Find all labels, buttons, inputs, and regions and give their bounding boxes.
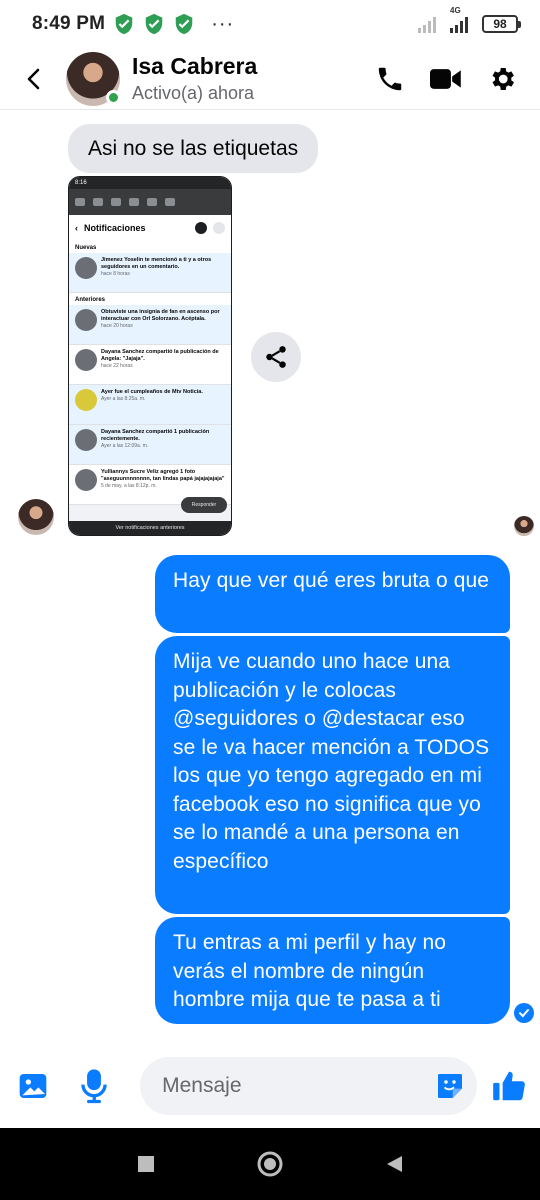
back-button[interactable] xyxy=(4,49,64,109)
shared-screenshot[interactable]: 8:16 ‹ Notificaciones Nuevas Jimenez Yos… xyxy=(68,176,232,536)
sent-check-icon xyxy=(514,1003,534,1023)
screenshot-notification: Obtuviste una insignia de fan en ascenso… xyxy=(69,305,231,345)
voice-message-button[interactable] xyxy=(77,1067,110,1105)
battery-icon: 98 xyxy=(482,15,521,33)
screenshot-notification: Dayana Sanchez compartió la publicación … xyxy=(69,345,231,385)
contact-info[interactable]: Isa Cabrera Activo(a) ahora xyxy=(132,53,257,104)
message-input-wrapper xyxy=(140,1057,478,1115)
share-icon xyxy=(266,346,286,368)
signal-icon xyxy=(450,17,468,33)
circle-icon xyxy=(257,1151,283,1177)
outgoing-message[interactable]: Mija ve cuando uno hace una publicación … xyxy=(155,636,510,914)
share-button[interactable] xyxy=(251,332,301,382)
gallery-button[interactable] xyxy=(16,1067,49,1105)
status-overflow-dots: ··· xyxy=(211,13,235,35)
chat-screen: 8:49 PM ··· 4G 98 Isa Cabrera Activo(a) … xyxy=(0,0,540,1200)
video-call-button[interactable] xyxy=(430,63,462,95)
screenshot-app-bar xyxy=(69,189,231,215)
screenshot-notification-text: Jimenez Yoselin te mencionó a ti y a otr… xyxy=(101,257,212,277)
screenshot-back-icon: ‹ xyxy=(75,223,78,233)
screenshot-avatar xyxy=(75,309,97,331)
screenshot-reply-chip: Responder xyxy=(181,497,227,513)
chat-header: Isa Cabrera Activo(a) ahora xyxy=(0,48,540,110)
screenshot-avatar xyxy=(75,469,97,491)
sender-avatar[interactable] xyxy=(18,499,54,535)
shield-check-icon xyxy=(145,13,163,35)
thumbs-up-icon xyxy=(492,1071,525,1101)
like-button[interactable] xyxy=(489,1066,528,1106)
status-right: 4G 98 xyxy=(418,6,521,33)
shield-check-icon xyxy=(115,13,133,35)
screenshot-title: Notificaciones xyxy=(84,223,146,233)
outgoing-message[interactable]: Hay que ver qué eres bruta o que xyxy=(155,555,510,633)
network-type: 4G xyxy=(450,6,461,15)
triangle-back-icon xyxy=(387,1156,402,1172)
contact-name: Isa Cabrera xyxy=(132,53,258,79)
screenshot-notification: Ayer fue el cumpleaños de Mtv Noticia. Ay… xyxy=(69,385,231,425)
network-signal: 4G xyxy=(450,6,472,33)
screenshot-title-bar: ‹ Notificaciones xyxy=(69,215,231,241)
screenshot-section-older: Anteriores xyxy=(69,293,231,305)
seen-receipt-avatar xyxy=(514,516,534,536)
screenshot-notification-text: Dayana Sanchez compartió 1 publicación r… xyxy=(101,429,210,449)
screenshot-search-icon xyxy=(213,222,225,234)
system-nav-bar xyxy=(0,1128,540,1200)
screenshot-footer: Ver notificaciones anteriores xyxy=(69,521,231,535)
message-composer xyxy=(0,1044,540,1128)
online-indicator xyxy=(106,89,121,105)
square-icon xyxy=(138,1156,154,1172)
status-bar: 8:49 PM ··· 4G 98 xyxy=(0,0,540,48)
screenshot-avatar xyxy=(75,349,97,371)
screenshot-avatar xyxy=(75,389,97,411)
video-icon xyxy=(430,68,461,89)
contact-status: Activo(a) ahora xyxy=(132,83,255,103)
screenshot-check-icon xyxy=(195,222,207,234)
home-button[interactable] xyxy=(250,1144,290,1184)
sticker-button[interactable] xyxy=(433,1069,467,1103)
screenshot-notification: Jimenez Yoselin te mencionó a ti y a otr… xyxy=(69,253,231,293)
screenshot-notification: Dayana Sanchez compartió 1 publicación r… xyxy=(69,425,231,465)
image-icon xyxy=(19,1074,46,1098)
gear-icon xyxy=(492,67,514,90)
voice-call-button[interactable] xyxy=(374,63,406,95)
sticker-icon xyxy=(438,1074,463,1098)
screenshot-time: 8:16 xyxy=(75,180,87,186)
recent-apps-button[interactable] xyxy=(126,1144,166,1184)
screenshot-notification-text: Obtuviste una insignia de fan en ascenso… xyxy=(101,309,220,329)
message-input[interactable] xyxy=(162,1074,423,1098)
status-time: 8:49 PM xyxy=(32,13,106,34)
back-nav-button[interactable] xyxy=(374,1144,414,1184)
signal-icon xyxy=(418,17,436,33)
microphone-icon xyxy=(80,1069,107,1104)
phone-icon xyxy=(378,67,402,90)
screenshot-notification-text: Ayer fue el cumpleaños de Mtv Noticia. Ay… xyxy=(101,389,203,402)
screenshot-notification-text: Dayana Sanchez compartió la publicación … xyxy=(101,349,219,369)
settings-button[interactable] xyxy=(486,63,518,95)
screenshot-notification-text: Yulliannys Sucre Veliz agregó 1 foto "as… xyxy=(101,469,225,489)
header-actions xyxy=(374,63,518,95)
screenshot-avatar xyxy=(75,429,97,451)
outgoing-message[interactable]: Tu entras a mi perfil y hay no verás el … xyxy=(155,917,510,1024)
contact-avatar[interactable] xyxy=(66,51,121,106)
incoming-message[interactable]: Asi no se las etiquetas xyxy=(68,124,319,173)
screenshot-avatar xyxy=(75,257,97,279)
screenshot-status-bar: 8:16 xyxy=(69,177,231,189)
screenshot-section-new: Nuevas xyxy=(69,241,231,253)
back-arrow-icon xyxy=(27,68,40,89)
shield-check-icon xyxy=(175,13,193,35)
